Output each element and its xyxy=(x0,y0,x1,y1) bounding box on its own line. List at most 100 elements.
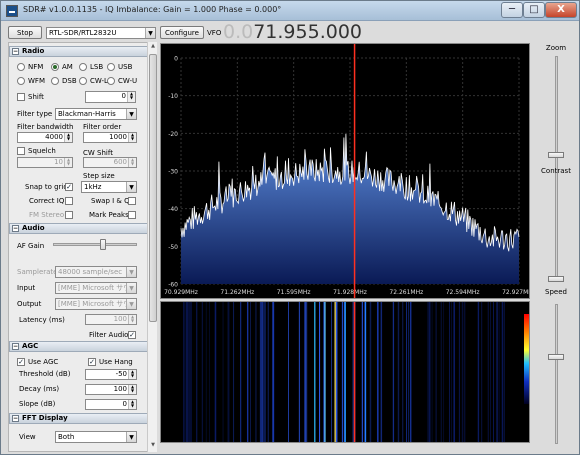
use-hang-checkbox[interactable]: ✓ xyxy=(88,358,96,366)
filter-bandwidth-input[interactable]: 4000 ▲ ▼ xyxy=(17,132,73,143)
mode-lsb-radio[interactable] xyxy=(79,63,87,71)
samplerate-label: Samplerate xyxy=(17,268,58,276)
filter-bandwidth-label: Filter bandwidth xyxy=(17,123,74,131)
radio-section-header[interactable]: − Radio xyxy=(9,46,149,57)
panel-scrollbar[interactable]: ▲ ▼ xyxy=(147,42,157,452)
filter-order-input[interactable]: 1000 ▲ ▼ xyxy=(83,132,137,143)
speed-label: Speed xyxy=(545,288,567,296)
threshold-label: Threshold (dB) xyxy=(19,370,71,378)
use-agc-checkbox[interactable]: ✓ xyxy=(17,358,25,366)
spinner-icon: ▲ ▼ xyxy=(128,385,136,394)
view-value: Both xyxy=(58,433,75,441)
collapse-icon: − xyxy=(12,343,19,350)
swap-iq-checkbox[interactable] xyxy=(128,197,136,205)
mode-nfm-radio[interactable] xyxy=(17,63,25,71)
filter-type-select[interactable]: Blackman-Harris ▼ xyxy=(55,108,137,120)
spectrum-display[interactable]: 0 -10 -20 -30 -40 -50 -60 70.929MHz 71.262MHz 71.… xyxy=(160,43,536,299)
step-size-select[interactable]: 1kHz ▼ xyxy=(81,181,137,193)
chevron-down-icon: ▼ xyxy=(126,109,136,119)
mode-cwu-radio[interactable] xyxy=(107,77,115,85)
chevron-down-icon: ▼ xyxy=(126,182,136,192)
mode-wfm-radio[interactable] xyxy=(17,77,25,85)
af-gain-slider-track[interactable] xyxy=(53,243,137,246)
mode-cwl-label: CW-L xyxy=(90,77,108,85)
view-label: View xyxy=(19,433,36,441)
slope-input[interactable]: 0 ▲ ▼ xyxy=(85,399,137,410)
mode-cwu-label: CW-U xyxy=(118,77,138,85)
af-gain-label: AF Gain xyxy=(17,242,45,250)
agc-section-title: AGC xyxy=(22,342,39,350)
snap-to-grid-checkbox[interactable]: ✓ xyxy=(65,183,73,191)
scroll-down-icon[interactable]: ▼ xyxy=(149,442,157,451)
shift-input[interactable]: 0 ▲ ▼ xyxy=(85,91,136,103)
mode-dsb-radio[interactable] xyxy=(51,77,59,85)
filter-audio-checkbox[interactable]: ✓ xyxy=(128,331,136,339)
shift-checkbox[interactable] xyxy=(17,93,25,101)
waterfall-display[interactable] xyxy=(160,301,530,443)
samplerate-select[interactable]: 48000 sample/sec ▼ xyxy=(55,266,137,278)
latency-label: Latency (ms) xyxy=(19,316,65,324)
speed-slider-thumb[interactable] xyxy=(548,354,564,360)
decay-input[interactable]: 100 ▲ ▼ xyxy=(85,384,137,395)
radio-section-title: Radio xyxy=(22,47,45,55)
spinner-icon: ▲ ▼ xyxy=(128,158,136,167)
fm-stereo-label: FM Stereo xyxy=(29,211,65,219)
waterfall-color-scale xyxy=(524,314,529,404)
mode-lsb-label: LSB xyxy=(90,63,104,71)
speed-slider-track[interactable] xyxy=(555,304,558,444)
mark-peaks-checkbox[interactable] xyxy=(128,211,136,219)
fft-section-header[interactable]: − FFT Display xyxy=(9,413,149,424)
shift-label: Shift xyxy=(28,93,44,101)
device-select[interactable]: RTL-SDR/RTL2832U ▼ xyxy=(46,27,156,39)
chevron-down-icon: ▼ xyxy=(126,267,136,277)
scroll-up-icon[interactable]: ▲ xyxy=(149,43,157,52)
sdr-window: SDR# v1.0.0.1135 - IQ Imbalance: Gain = … xyxy=(0,0,580,455)
audio-input-value: [MME] Microsoft サウ xyxy=(58,284,131,292)
input-label: Input xyxy=(17,284,36,292)
decay-label: Decay (ms) xyxy=(19,385,60,393)
minimize-button[interactable]: ─ xyxy=(501,2,523,18)
filter-type-label: Filter type xyxy=(17,110,53,118)
stop-button[interactable]: Stop xyxy=(8,26,42,39)
scrollbar-thumb[interactable] xyxy=(149,54,157,322)
cw-shift-input[interactable]: 600 ▲ ▼ xyxy=(83,157,137,168)
correct-iq-checkbox[interactable] xyxy=(65,197,73,205)
swap-iq-label: Swap I & Q xyxy=(91,197,130,205)
x-tick-label: 71.928MHz xyxy=(333,289,367,296)
squelch-input[interactable]: 10 ▲ ▼ xyxy=(17,157,73,168)
view-select[interactable]: Both ▼ xyxy=(55,431,137,443)
squelch-checkbox[interactable] xyxy=(17,147,25,155)
fm-stereo-checkbox[interactable] xyxy=(65,211,73,219)
close-button[interactable]: X xyxy=(545,2,577,18)
chevron-down-icon: ▼ xyxy=(126,432,136,442)
decay-value: 100 xyxy=(113,385,127,393)
threshold-input[interactable]: -50 ▲ ▼ xyxy=(85,369,137,380)
y-tick-label: -30 xyxy=(168,169,178,176)
latency-input[interactable]: 100 ▲ ▼ xyxy=(85,314,137,325)
agc-section-header[interactable]: − AGC xyxy=(9,341,149,352)
use-agc-label: Use AGC xyxy=(28,358,59,366)
control-panel: − Radio NFM AM LSB USB WFM DSB CW-L CW-U … xyxy=(8,42,156,452)
spinner-icon: ▲ ▼ xyxy=(127,92,135,102)
step-size-label: Step size xyxy=(83,172,115,180)
audio-output-value: [MME] Microsoft サウ xyxy=(58,300,131,308)
vfo-frequency-display[interactable]: 0.071.955.000 xyxy=(223,21,362,43)
mode-cwl-radio[interactable] xyxy=(79,77,87,85)
audio-output-select[interactable]: [MME] Microsoft サウ ▼ xyxy=(55,298,137,310)
fft-section-title: FFT Display xyxy=(22,414,68,422)
x-tick-label: 70.929MHz xyxy=(164,289,198,296)
af-gain-slider-thumb[interactable] xyxy=(100,239,107,250)
mode-am-radio[interactable] xyxy=(51,63,59,71)
squelch-value: 10 xyxy=(54,158,63,166)
audio-input-select[interactable]: [MME] Microsoft サウ ▼ xyxy=(55,282,137,294)
title-bar: SDR# v1.0.0.1135 - IQ Imbalance: Gain = … xyxy=(1,1,579,21)
mode-am-label: AM xyxy=(62,63,73,71)
collapse-icon: − xyxy=(12,48,19,55)
configure-button[interactable]: Configure xyxy=(160,26,204,39)
audio-section-header[interactable]: − Audio xyxy=(9,223,149,234)
spinner-icon: ▲ ▼ xyxy=(64,133,72,142)
zoom-slider-thumb[interactable] xyxy=(548,152,564,158)
mode-usb-radio[interactable] xyxy=(107,63,115,71)
contrast-slider-thumb[interactable] xyxy=(548,276,564,282)
maximize-button[interactable]: □ xyxy=(523,2,545,18)
